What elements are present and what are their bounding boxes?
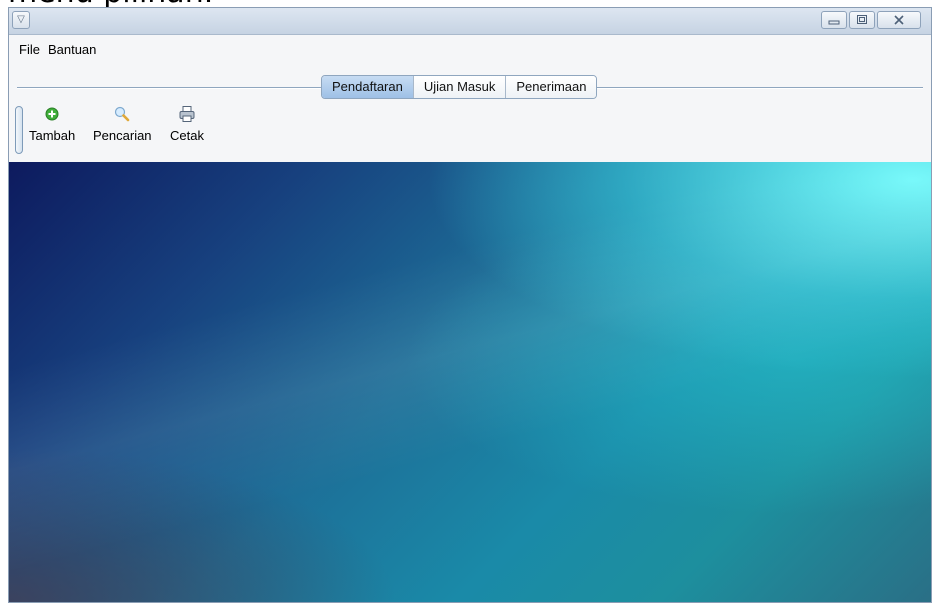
maximize-button[interactable] bbox=[849, 11, 875, 29]
printer-icon bbox=[179, 106, 195, 122]
window-controls bbox=[821, 11, 921, 29]
minimize-icon bbox=[828, 20, 840, 25]
add-icon bbox=[45, 107, 59, 121]
toolbar: Tambah Pencarian Cetak bbox=[9, 100, 931, 162]
toolbar-grip-handle[interactable] bbox=[15, 106, 23, 154]
tambah-label: Tambah bbox=[29, 128, 76, 143]
pencarian-label: Pencarian bbox=[93, 128, 152, 143]
title-bar[interactable]: ▽ bbox=[9, 8, 931, 35]
screen: menu pilihan. ▽ bbox=[0, 0, 932, 603]
tab-bar: Pendaftaran Ujian Masuk Penerimaan bbox=[321, 75, 598, 99]
search-icon bbox=[115, 106, 130, 122]
cetak-label: Cetak bbox=[170, 128, 204, 143]
minimize-button[interactable] bbox=[821, 11, 847, 29]
cetak-button[interactable]: Cetak bbox=[170, 105, 204, 143]
pencarian-button[interactable]: Pencarian bbox=[93, 105, 152, 143]
tambah-button[interactable]: Tambah bbox=[29, 105, 75, 143]
tab-ujian-masuk[interactable]: Ujian Masuk bbox=[413, 76, 507, 98]
close-button[interactable] bbox=[877, 11, 921, 29]
menu-bantuan[interactable]: Bantuan bbox=[44, 40, 100, 57]
desktop-area[interactable] bbox=[9, 162, 931, 602]
chevron-down-icon: ▽ bbox=[17, 14, 25, 25]
menu-file[interactable]: File bbox=[15, 40, 44, 57]
close-icon bbox=[894, 15, 904, 25]
menu-bar: File Bantuan bbox=[9, 35, 931, 61]
application-window: ▽ File Bantuan Pendaftaran Ujian Masuk P… bbox=[8, 7, 932, 603]
tab-pendaftaran[interactable]: Pendaftaran bbox=[322, 76, 414, 98]
maximize-icon bbox=[857, 15, 867, 24]
tab-penerimaan[interactable]: Penerimaan bbox=[506, 76, 597, 98]
system-menu-button[interactable]: ▽ bbox=[12, 11, 30, 29]
